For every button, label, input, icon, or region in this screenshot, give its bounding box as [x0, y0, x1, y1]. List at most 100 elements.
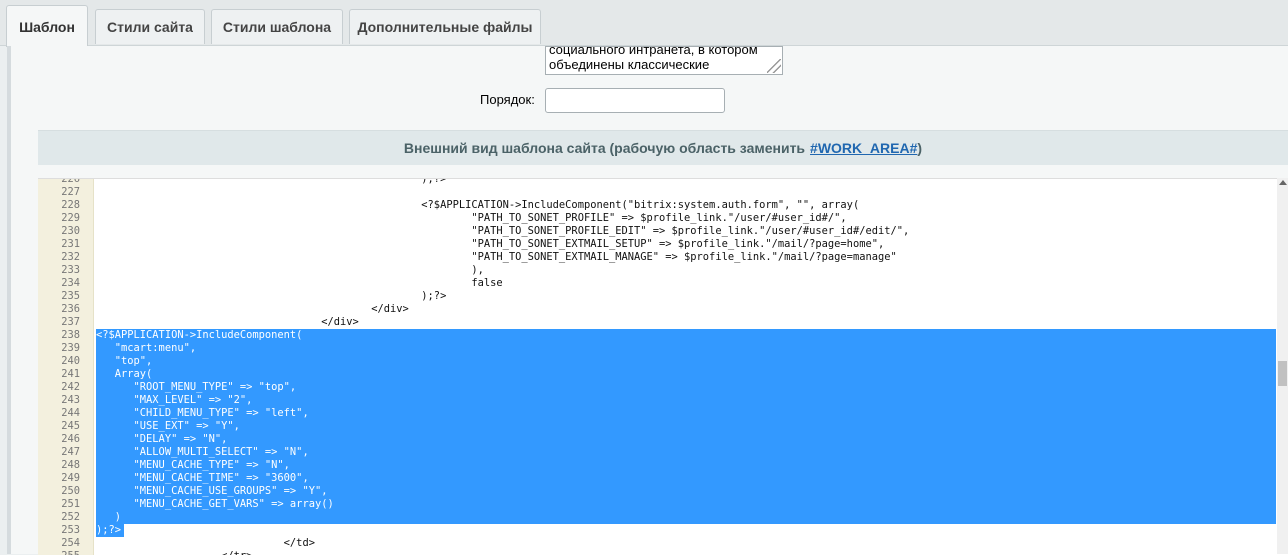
code-line: 226 );?> [38, 178, 1288, 186]
code-line: 231 "PATH_TO_SONET_EXTMAIL_SETUP" => $pr… [38, 238, 1288, 251]
code-line: 238 <?$APPLICATION->IncludeComponent( [38, 329, 1288, 342]
order-input[interactable] [545, 88, 725, 113]
line-code: </div> [96, 303, 409, 315]
line-code: "CHILD_MENU_TYPE" => "left", [96, 407, 1276, 420]
code-line: 248 "MENU_CACHE_TYPE" => "N", [38, 459, 1288, 472]
line-code: );?> [96, 524, 124, 537]
line-number: 251 [61, 498, 80, 510]
line-number: 234 [61, 277, 80, 289]
tab-site-styles[interactable]: Стили сайта [95, 9, 205, 44]
line-number: 255 [38, 550, 80, 555]
line-code: false [96, 277, 503, 289]
line-number: 253 [61, 524, 80, 536]
line-number: 242 [61, 381, 80, 393]
tab-bar: Шаблон Стили сайта Стили шаблона Дополни… [0, 0, 1288, 47]
code-line: 246 "DELAY" => "N", [38, 433, 1288, 446]
line-code: "PATH_TO_SONET_EXTMAIL_SETUP" => $profil… [96, 238, 885, 250]
tab-template-label: Шаблон [19, 18, 75, 35]
line-code: "mcart:menu", [96, 342, 1276, 355]
line-number: 230 [61, 225, 80, 237]
line-number: 243 [61, 394, 80, 406]
tab-template[interactable]: Шаблон [6, 5, 88, 47]
code-line: 227 [38, 186, 1288, 199]
description-textarea[interactable]: социального интранета, в котором объедин… [545, 46, 783, 75]
code-editor[interactable]: 226 );?> 227 228 <?$APPLICATION->IncludeCo… [38, 178, 1288, 555]
code-line: 230 "PATH_TO_SONET_PROFILE_EDIT" => $pro… [38, 225, 1288, 238]
code-line: 245 "USE_EXT" => "Y", [38, 420, 1288, 433]
code-line: 229 "PATH_TO_SONET_PROFILE" => $profile_… [38, 212, 1288, 225]
code-line: 250 "MENU_CACHE_USE_GROUPS" => "Y", [38, 485, 1288, 498]
line-code: "DELAY" => "N", [96, 433, 1276, 446]
line-number: 246 [61, 433, 80, 445]
line-code: "PATH_TO_SONET_EXTMAIL_MANAGE" => $profi… [96, 251, 897, 263]
code-line: 252 ) [38, 511, 1288, 524]
line-code: </td> [96, 537, 315, 549]
line-code: "MAX_LEVEL" => "2", [96, 394, 1276, 407]
line-code: ), [96, 264, 484, 276]
line-number: 248 [61, 459, 80, 471]
line-code: "ROOT_MENU_TYPE" => "top", [96, 381, 1276, 394]
tab-template-styles[interactable]: Стили шаблона [211, 9, 343, 44]
code-line: 235 );?> [38, 290, 1288, 303]
code-line: 254 </td> [38, 537, 1288, 550]
line-number: 231 [61, 238, 80, 250]
line-number: 237 [61, 316, 80, 328]
tab-template-styles-label: Стили шаблона [222, 19, 332, 35]
code-line: 244 "CHILD_MENU_TYPE" => "left", [38, 407, 1288, 420]
line-code: "PATH_TO_SONET_PROFILE_EDIT" => $profile… [96, 225, 910, 237]
line-code: );?> [96, 178, 447, 185]
code-line: 241 Array( [38, 368, 1288, 381]
line-number: 254 [61, 537, 80, 549]
line-number: 228 [61, 199, 80, 211]
line-code: Array( [96, 368, 1276, 381]
line-number: 226 [61, 178, 80, 185]
line-number: 239 [61, 342, 80, 354]
line-number: 244 [61, 407, 80, 419]
line-number: 250 [61, 485, 80, 497]
code-line: 239 "mcart:menu", [38, 342, 1288, 355]
code-line: 233 ), [38, 264, 1288, 277]
code-lines: 226 );?> 227 228 <?$APPLICATION->IncludeCo… [38, 178, 1288, 555]
scroll-thumb[interactable] [1278, 361, 1287, 386]
line-code: <?$APPLICATION->IncludeComponent( [96, 329, 1276, 342]
scroll-up-arrow-icon[interactable] [1279, 180, 1287, 185]
line-code: "MENU_CACHE_GET_VARS" => array() [96, 498, 1276, 511]
line-number: 229 [61, 212, 80, 224]
description-line-1: социального интранета, в котором [549, 46, 758, 57]
line-code: </tr> [96, 550, 1276, 555]
line-code: "USE_EXT" => "Y", [96, 420, 1276, 433]
resize-handle[interactable] [767, 59, 781, 73]
editor-scrollbar[interactable] [1277, 178, 1288, 554]
tab-additional-files[interactable]: Дополнительные файлы [349, 9, 541, 44]
line-number: 233 [61, 264, 80, 276]
work-area-link[interactable]: #WORK_AREA# [810, 140, 917, 156]
code-line: 242 "ROOT_MENU_TYPE" => "top", [38, 381, 1288, 394]
line-number: 232 [61, 251, 80, 263]
line-code: );?> [96, 290, 447, 302]
code-line: 247 "ALLOW_MULTI_SELECT" => "N", [38, 446, 1288, 459]
line-code: </div> [96, 316, 359, 328]
line-number: 235 [61, 290, 80, 302]
code-line: 240 "top", [38, 355, 1288, 368]
code-line: 232 "PATH_TO_SONET_EXTMAIL_MANAGE" => $p… [38, 251, 1288, 264]
line-number: 241 [61, 368, 80, 380]
line-number: 245 [61, 420, 80, 432]
line-code: <?$APPLICATION->IncludeComponent("bitrix… [96, 199, 860, 211]
code-line: 237 </div> [38, 316, 1288, 329]
section-title-suffix: ) [917, 140, 923, 156]
line-code: "MENU_CACHE_TYPE" => "N", [96, 459, 1276, 472]
line-number: 236 [61, 303, 80, 315]
code-line: 251 "MENU_CACHE_GET_VARS" => array() [38, 498, 1288, 511]
line-number: 252 [61, 511, 80, 523]
tab-site-styles-label: Стили сайта [107, 19, 193, 35]
order-label: Порядок: [480, 92, 535, 107]
line-code: "PATH_TO_SONET_PROFILE" => $profile_link… [96, 212, 847, 224]
line-number: 238 [61, 329, 80, 341]
line-number: 247 [61, 446, 80, 458]
line-code: "top", [96, 355, 1276, 368]
code-line: 234 false [38, 277, 1288, 290]
line-number: 227 [61, 186, 80, 198]
code-line: 253 );?> [38, 524, 1288, 537]
code-line: 255 </tr> [38, 550, 1288, 555]
